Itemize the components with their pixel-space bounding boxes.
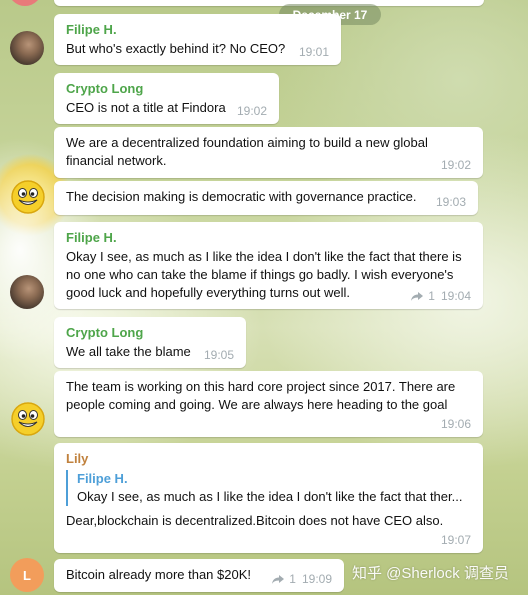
reply-sender: Filipe H. [77,471,128,486]
message-time: 19:04 [440,289,471,303]
message-time: 19:02 [440,158,471,172]
message-time: 19:07 [440,533,471,547]
watermark: 知乎 @Sherlock 调查员 [352,565,509,582]
forward-icon [411,291,424,301]
message-bubble[interactable]: Bitcoin already more than $20K! 1 19:09 [54,559,344,592]
avatar-initial: L [23,567,31,583]
sender-name[interactable]: Crypto Long [66,80,267,98]
message-text: We are a decentralized foundation aiming… [66,135,428,168]
message-text: But who's exactly behind it? No CEO? [66,41,286,56]
forward-count[interactable]: 1 [410,289,435,303]
message-meta: 1 19:04 [410,289,471,303]
message-bubble[interactable]: Crypto Long CEO is not a title at Findor… [54,73,279,124]
previous-message-bubble[interactable] [54,0,484,6]
message-text: CEO is not a title at Findora [66,100,226,115]
message-text: The decision making is democratic with g… [66,189,417,204]
message-meta: 1 19:09 [271,572,332,586]
avatar[interactable] [8,0,42,6]
message-text: Bitcoin already more than $20K! [66,567,251,582]
message-time: 19:03 [435,195,466,209]
avatar[interactable] [10,275,44,309]
message-time: 19:09 [301,572,332,586]
sender-name[interactable]: Filipe H. [66,21,329,39]
message-text: The team is working on this hard core pr… [66,379,456,412]
sender-name[interactable]: Lily [66,450,471,468]
message-time: 19:01 [298,45,329,59]
message-bubble[interactable]: The team is working on this hard core pr… [54,371,483,437]
message-bubble[interactable]: Filipe H. Okay I see, as much as I like … [54,222,483,309]
smiley-icon [11,402,45,436]
reply-text: Okay I see, as much as I like the idea I… [77,489,463,504]
forward-count[interactable]: 1 [271,572,296,586]
avatar[interactable] [10,31,44,65]
forward-icon [272,574,285,584]
message-bubble[interactable]: Crypto Long We all take the blame 19:05 [54,317,246,368]
avatar[interactable] [11,402,45,436]
avatar[interactable] [11,180,45,214]
message-bubble[interactable]: Lily Filipe H. Okay I see, as much as I … [54,443,483,553]
message-bubble[interactable]: We are a decentralized foundation aiming… [54,127,483,178]
sender-name[interactable]: Crypto Long [66,324,234,342]
reply-quote[interactable]: Filipe H. Okay I see, as much as I like … [66,470,471,506]
message-bubble[interactable]: Filipe H. But who's exactly behind it? N… [54,14,341,65]
sender-name[interactable]: Filipe H. [66,229,471,247]
message-text: Dear,blockchain is decentralized.Bitcoin… [66,513,444,528]
message-bubble[interactable]: The decision making is democratic with g… [54,181,478,215]
message-text: We all take the blame [66,344,191,359]
avatar[interactable]: L [10,558,44,592]
message-time: 19:05 [203,348,234,362]
smiley-icon [11,180,45,214]
message-time: 19:06 [440,417,471,431]
message-time: 19:02 [236,104,267,118]
